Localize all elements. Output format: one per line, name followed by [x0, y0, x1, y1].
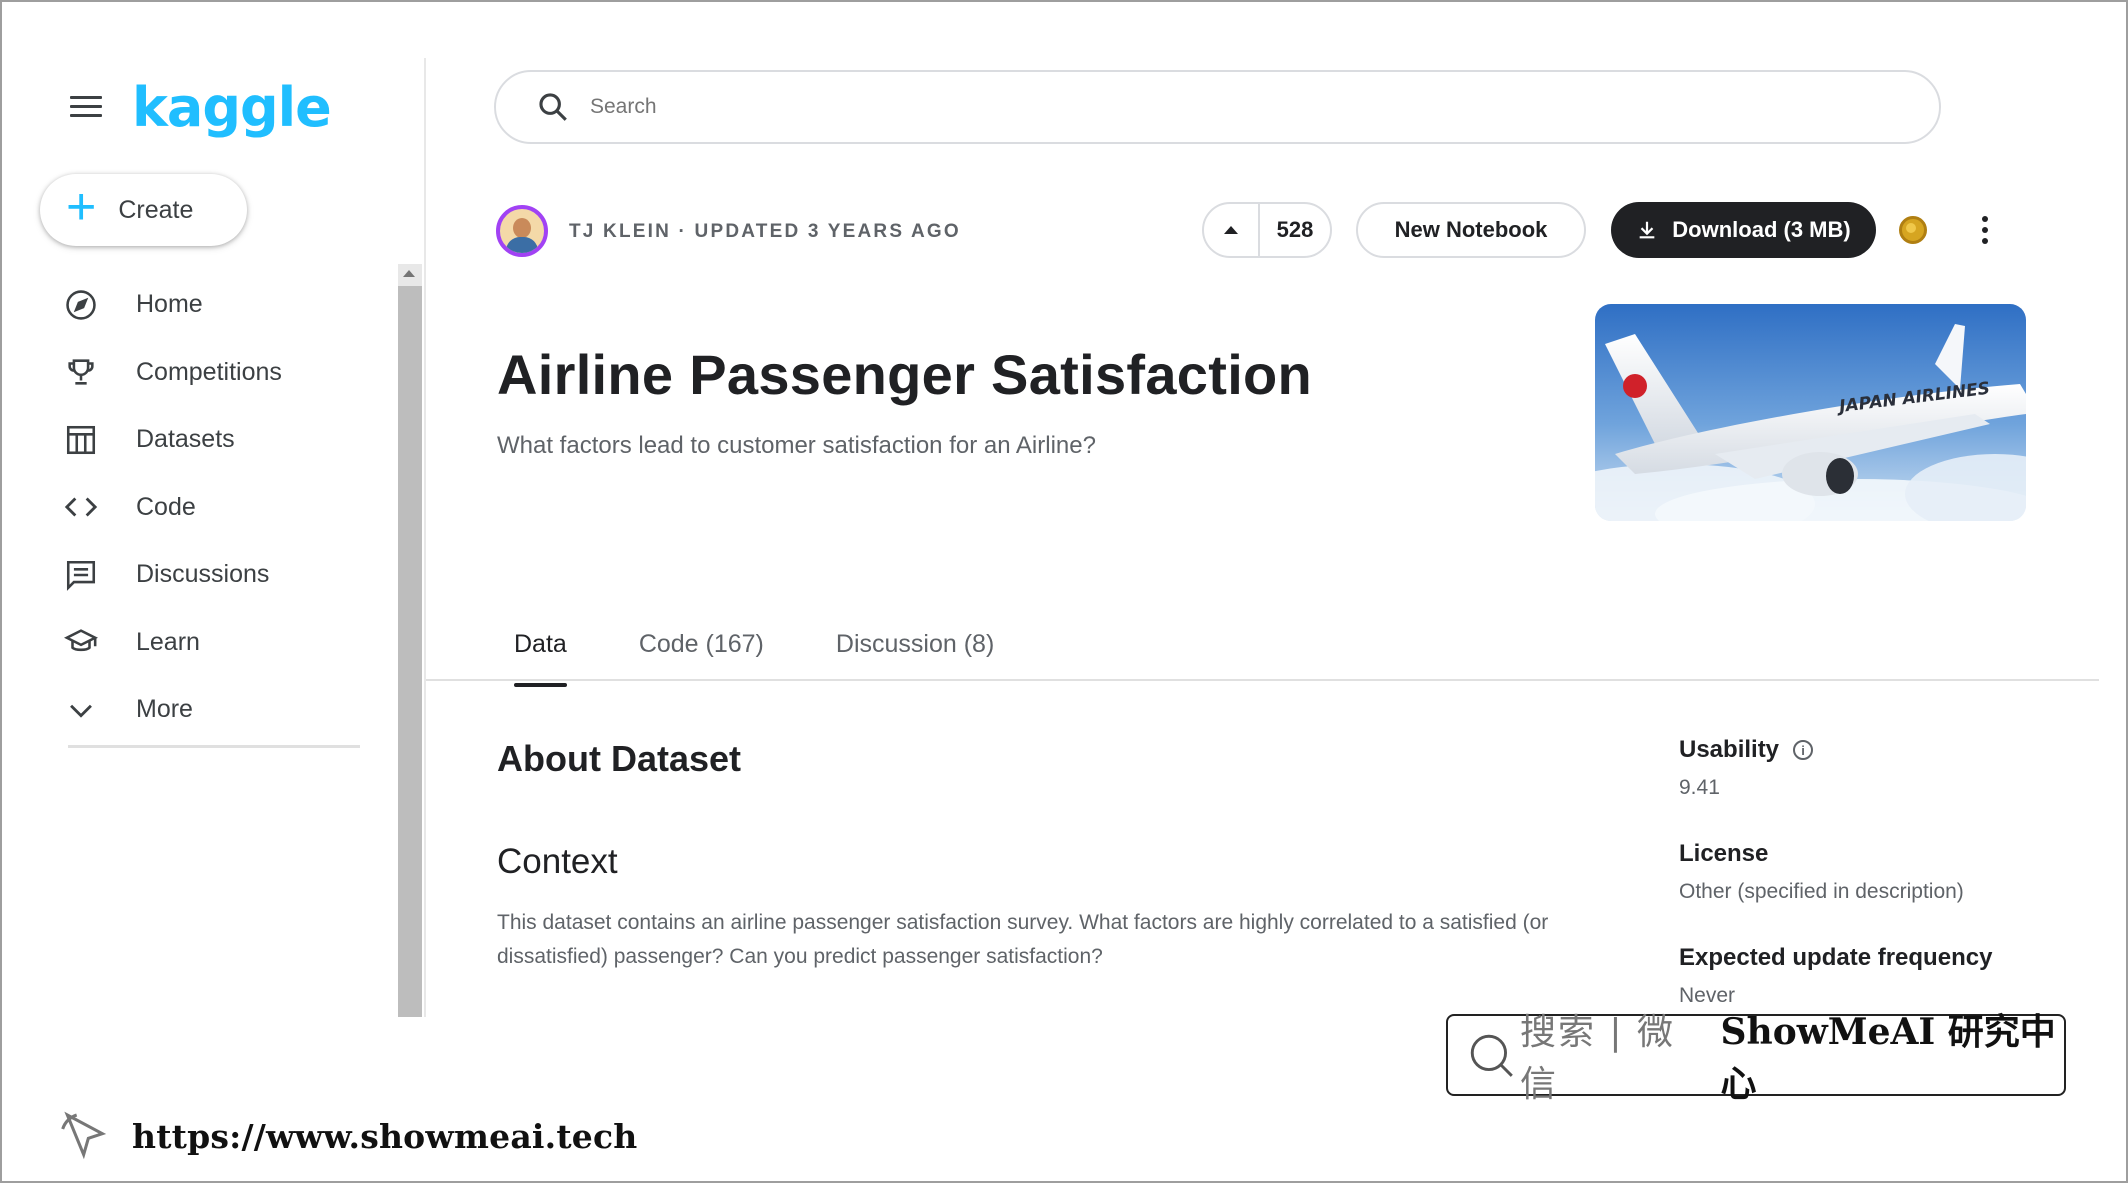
download-button[interactable]: Download (3 MB) [1611, 202, 1876, 258]
update-frequency-section: Expected update frequency Never [1679, 944, 1992, 1008]
compass-icon [64, 287, 108, 323]
sidebar-item-label: Home [136, 290, 203, 319]
upvote-control: 528 [1202, 202, 1332, 258]
upvote-button[interactable] [1204, 204, 1260, 256]
download-button-label: Download (3 MB) [1672, 217, 1851, 242]
create-button[interactable]: + Create [40, 174, 247, 246]
plus-icon: + [66, 178, 97, 236]
avatar[interactable] [496, 205, 548, 257]
watermark-brand-text: ShowMeAI 研究中心 [1720, 1011, 2056, 1105]
usability-value: 9.41 [1679, 776, 1720, 799]
sidebar-item-label: More [136, 695, 193, 724]
code-icon [64, 489, 108, 525]
download-icon [1639, 221, 1655, 239]
license-value: Other (specified in description) [1679, 880, 1964, 903]
watermark-badge: 搜索 | 微信 ShowMeAI 研究中心 [1446, 1011, 2066, 1105]
discussion-icon [64, 557, 108, 593]
sidebar-item-label: Code [136, 492, 196, 521]
table-icon [64, 422, 108, 458]
new-notebook-button[interactable]: New Notebook [1356, 202, 1586, 258]
sidebar-nav: Home Competitions Datasets Code Discussi… [64, 271, 364, 744]
medal-icon [1899, 216, 1927, 244]
context-heading: Context [497, 842, 618, 881]
caret-up-icon [1224, 226, 1238, 234]
search-input[interactable] [590, 95, 1790, 119]
sidebar-scrollbar-thumb[interactable] [398, 286, 422, 1017]
sidebar-item-competitions[interactable]: Competitions [64, 339, 364, 407]
create-button-label: Create [118, 195, 194, 224]
sidebar-item-label: Discussions [136, 560, 270, 589]
about-dataset-heading: About Dataset [497, 738, 742, 779]
license-section: License Other (specified in description) [1679, 840, 1964, 904]
update-frequency-label: Expected update frequency [1679, 944, 1993, 971]
sidebar: kaggle + Create Home Competitions Datase… [0, 0, 425, 1017]
sidebar-divider [68, 745, 360, 748]
sidebar-item-home[interactable]: Home [64, 271, 364, 339]
page-title: Airline Passenger Satisfaction [497, 343, 1313, 406]
tab-bar: Data Code (167) Discussion (8) [497, 622, 1049, 687]
airplane-illustration: JAPAN AIRLINES [1595, 304, 2026, 521]
scroll-up-arrow-icon[interactable] [403, 270, 415, 277]
sidebar-border [424, 58, 426, 1017]
usability-label: Usability [1679, 736, 1780, 763]
search-bar[interactable] [494, 70, 1941, 144]
sidebar-item-label: Learn [136, 627, 200, 656]
more-options-icon[interactable] [1982, 216, 1990, 246]
tab-divider [426, 679, 2099, 681]
usability-section: Usability i 9.41 [1679, 736, 1814, 800]
info-icon[interactable]: i [1793, 740, 1814, 760]
upvote-count: 528 [1276, 217, 1314, 242]
cursor-pointer-icon [61, 1111, 107, 1160]
sidebar-item-label: Competitions [136, 357, 282, 386]
sidebar-item-datasets[interactable]: Datasets [64, 406, 364, 474]
sidebar-item-more[interactable]: More [64, 676, 364, 744]
context-text: This dataset contains an airline passeng… [497, 911, 1549, 968]
sidebar-item-learn[interactable]: Learn [64, 609, 364, 677]
trophy-icon [64, 354, 108, 390]
license-label: License [1679, 840, 1769, 867]
sidebar-item-code[interactable]: Code [64, 474, 364, 542]
sidebar-item-label: Datasets [136, 425, 235, 454]
page-subtitle: What factors lead to customer satisfacti… [497, 432, 1096, 459]
tab-discussion[interactable]: Discussion (8) [819, 622, 1011, 667]
avatar-body [506, 237, 538, 253]
graduation-cap-icon [64, 624, 108, 660]
kaggle-logo[interactable]: kaggle [132, 76, 332, 139]
owner-meta[interactable]: TJ KLEIN · UPDATED 3 YEARS AGO [569, 221, 961, 243]
sidebar-item-discussions[interactable]: Discussions [64, 541, 364, 609]
dataset-cover-image: JAPAN AIRLINES [1595, 304, 2026, 521]
watermark-url-row: https://www.showmeai.tech [58, 1108, 637, 1164]
hamburger-menu-icon[interactable] [70, 96, 102, 120]
watermark-url[interactable]: https://www.showmeai.tech [132, 1117, 637, 1156]
search-icon [539, 93, 567, 121]
tab-data[interactable]: Data [497, 622, 584, 687]
watermark-search-text: 搜索 | 微信 [1519, 1012, 1675, 1105]
tab-code[interactable]: Code (167) [622, 622, 781, 667]
search-icon [1470, 1034, 1513, 1077]
avatar-face [513, 218, 531, 238]
chevron-down-icon [64, 692, 108, 728]
